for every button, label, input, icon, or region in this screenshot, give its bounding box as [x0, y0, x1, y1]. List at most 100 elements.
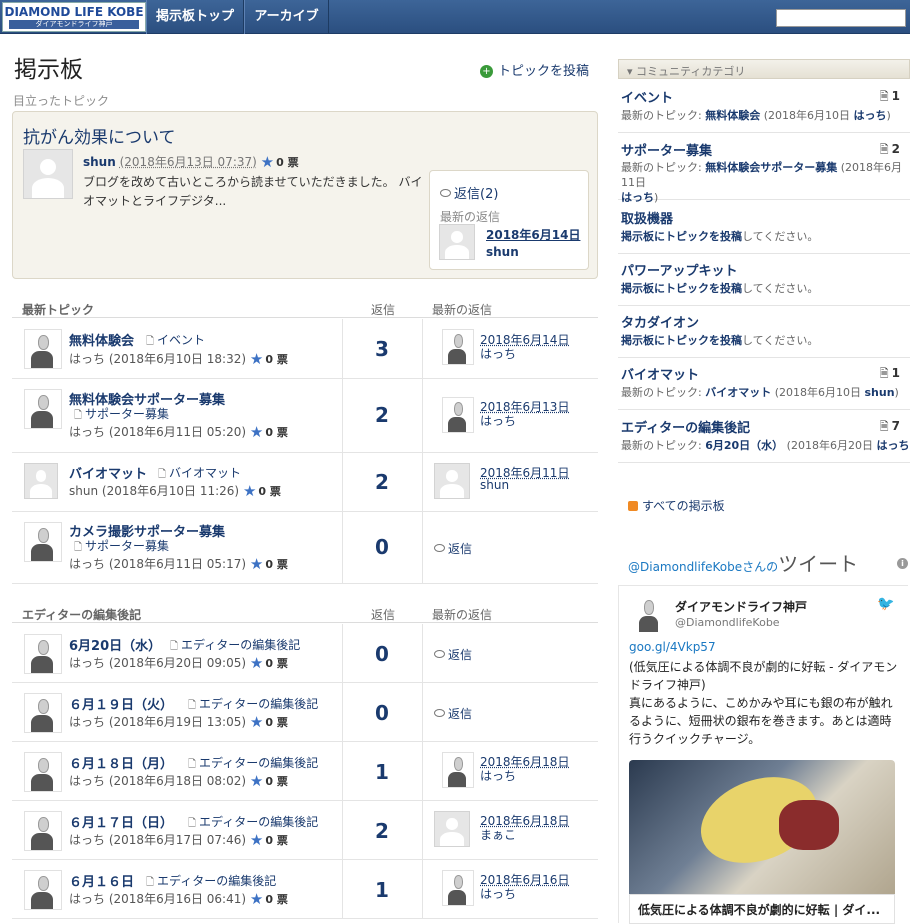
latest-topic-link[interactable]: 6月20日（水） — [705, 439, 783, 452]
latest-topic-link[interactable]: 無料体験会サポーター募集 — [705, 161, 837, 174]
latest-reply-user[interactable]: はっち — [480, 767, 516, 784]
latest-topic-link[interactable]: 無料体験会 — [705, 109, 760, 122]
topic-title[interactable]: ６月１９日（火） — [69, 694, 173, 713]
latest-reply-user[interactable]: shun — [486, 245, 519, 259]
twitter-bird-icon[interactable]: 🐦 — [877, 596, 894, 612]
avatar[interactable] — [442, 752, 474, 788]
tweet-card-title[interactable]: 低気圧による体調不良が劇的に好転 | ダイ... — [629, 894, 895, 924]
avatar[interactable] — [24, 870, 62, 910]
latest-reply-user[interactable]: はっち — [480, 885, 516, 902]
author-link[interactable]: はっち — [69, 352, 105, 366]
reply-link[interactable]: 返信 — [434, 646, 472, 663]
author-link[interactable]: はっち — [69, 557, 105, 571]
reply-link[interactable]: 返信 — [434, 540, 472, 557]
avatar[interactable] — [24, 693, 62, 733]
latest-reply-user[interactable]: はっち — [480, 345, 516, 362]
avatar[interactable] — [442, 870, 474, 906]
category-name[interactable]: サポーター募集 — [621, 140, 712, 159]
topic-category[interactable]: エディターの編集後記 — [146, 872, 276, 892]
avatar[interactable] — [24, 811, 62, 851]
topic-title[interactable]: ６月１６日 — [69, 871, 134, 890]
tweet-link[interactable]: goo.gl/4Vkp57 — [629, 640, 716, 654]
topic-title[interactable]: 6月20日（水） — [69, 635, 161, 654]
category-name[interactable]: タカダイオン — [621, 312, 699, 331]
tweet-image[interactable] — [629, 760, 895, 894]
star-icon[interactable]: ★ — [250, 890, 263, 908]
latest-user-link[interactable]: はっち — [876, 439, 909, 452]
author-link[interactable]: はっち — [69, 774, 105, 788]
topic-category[interactable]: バイオマット — [158, 464, 241, 484]
category-name[interactable]: イベント — [621, 87, 673, 106]
author-link[interactable]: はっち — [69, 892, 105, 906]
avatar[interactable] — [24, 634, 62, 674]
topic-category[interactable]: エディターの編集後記 — [188, 695, 318, 715]
category-name[interactable]: エディターの編集後記 — [621, 417, 750, 436]
author-link[interactable]: shun — [69, 484, 98, 498]
search-input[interactable] — [776, 9, 906, 27]
topic-title[interactable]: ６月１７日（日） — [69, 812, 173, 831]
avatar[interactable] — [442, 397, 474, 433]
twitter-handle-link[interactable]: @DiamondlifeKobe — [628, 560, 742, 574]
latest-reply-user[interactable]: まぁこ — [480, 826, 516, 843]
topic-category[interactable]: エディターの編集後記 — [170, 636, 300, 656]
latest-user-link[interactable]: はっち — [621, 191, 654, 204]
star-icon[interactable]: ★ — [250, 654, 263, 672]
all-boards-link[interactable]: すべての掲示板 — [628, 497, 725, 514]
avatar[interactable] — [442, 329, 474, 365]
tweet-author-name[interactable]: ダイアモンドライフ神戸 — [675, 598, 807, 615]
topic-category[interactable]: サポーター募集 — [74, 537, 169, 557]
star-icon[interactable]: ★ — [250, 831, 263, 849]
avatar[interactable] — [434, 811, 470, 847]
latest-reply-user[interactable]: はっち — [480, 412, 516, 429]
avatar[interactable] — [23, 149, 73, 199]
author-link[interactable]: shun — [83, 155, 116, 169]
topic-category[interactable]: サポーター募集 — [74, 405, 169, 425]
topic-title[interactable]: 無料体験会 — [69, 330, 134, 349]
category-name[interactable]: パワーアップキット — [621, 260, 737, 279]
star-icon[interactable]: ★ — [250, 555, 263, 573]
topic-title[interactable]: バイオマット — [69, 463, 147, 482]
reply-link[interactable]: 返信 — [434, 705, 472, 722]
avatar[interactable] — [24, 522, 62, 562]
star-icon[interactable]: ★ — [250, 772, 263, 790]
info-icon[interactable]: i — [897, 558, 908, 569]
topic-category[interactable]: エディターの編集後記 — [188, 813, 318, 833]
avatar[interactable] — [24, 389, 62, 429]
avatar[interactable] — [24, 329, 62, 369]
avatar[interactable] — [24, 752, 62, 792]
category-name[interactable]: バイオマット — [621, 364, 699, 383]
category-name[interactable]: 取扱機器 — [621, 208, 673, 227]
community-category-header[interactable]: ▾ コミュニティカテゴリ — [618, 59, 910, 79]
avatar[interactable] — [439, 224, 475, 260]
featured-topic-title[interactable]: 抗がん効果について — [23, 123, 176, 148]
site-logo[interactable]: DIAMOND LIFE KOBE ダイアモンドライフ神戸 — [2, 2, 146, 32]
star-icon[interactable]: ★ — [261, 153, 274, 171]
nav-archive[interactable]: アーカイブ — [244, 0, 329, 34]
star-icon[interactable]: ★ — [250, 423, 263, 441]
star-icon[interactable]: ★ — [243, 482, 256, 500]
avatar[interactable] — [434, 463, 470, 499]
latest-reply-user[interactable]: shun — [480, 478, 509, 492]
latest-user-link[interactable]: はっち — [853, 109, 886, 122]
author-link[interactable]: はっち — [69, 656, 105, 670]
topic-category[interactable]: エディターの編集後記 — [188, 754, 318, 774]
post-topic-link[interactable]: 掲示板にトピックを投稿 — [621, 282, 742, 295]
avatar[interactable] — [24, 463, 58, 499]
author-link[interactable]: はっち — [69, 425, 105, 439]
avatar[interactable] — [633, 596, 665, 632]
topic-category[interactable]: イベント — [146, 331, 205, 351]
author-link[interactable]: はっち — [69, 833, 105, 847]
post-topic-link[interactable]: 掲示板にトピックを投稿 — [621, 334, 742, 347]
tweet-author-handle[interactable]: @DiamondlifeKobe — [675, 616, 780, 629]
reply-count-link[interactable]: 返信(2) — [440, 183, 498, 202]
post-topic-link[interactable]: 掲示板にトピックを投稿 — [621, 230, 742, 243]
post-topic-link[interactable]: + トピックを投稿 — [480, 60, 589, 79]
latest-user-link[interactable]: shun — [864, 386, 894, 399]
star-icon[interactable]: ★ — [250, 713, 263, 731]
author-link[interactable]: はっち — [69, 715, 105, 729]
star-icon[interactable]: ★ — [250, 350, 263, 368]
latest-topic-link[interactable]: バイオマット — [705, 386, 771, 399]
nav-board-top[interactable]: 掲示板トップ — [146, 0, 244, 34]
topic-title[interactable]: ６月１８日（月） — [69, 753, 173, 772]
latest-reply-date[interactable]: 2018年6月14日 — [486, 226, 580, 243]
